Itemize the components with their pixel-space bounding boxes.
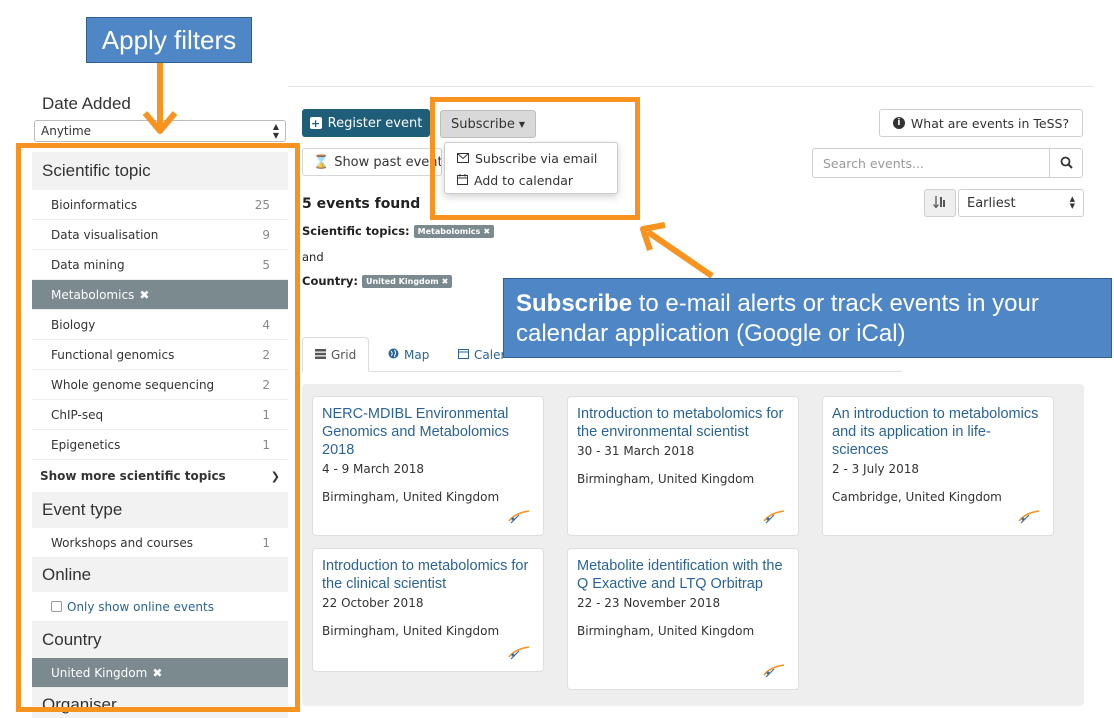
- show-past-events-button[interactable]: ⌛ Show past events: [302, 148, 442, 176]
- event-title[interactable]: Introduction to metabolomics for the cli…: [322, 557, 534, 593]
- tab-map[interactable]: Map: [376, 337, 441, 372]
- content-divider: [288, 86, 1094, 87]
- globe-icon: [388, 348, 399, 362]
- event-card[interactable]: An introduction to metabolomics and its …: [822, 396, 1054, 536]
- remove-tag-icon[interactable]: ✖: [442, 277, 449, 286]
- event-card[interactable]: NERC-MDIBL Environmental Genomics and Me…: [312, 396, 544, 536]
- search-icon: [1060, 154, 1073, 173]
- event-title[interactable]: An introduction to metabolomics and its …: [832, 405, 1044, 459]
- applied-country-filter: Country: United Kingdom ✖: [302, 274, 453, 288]
- what-are-events-button[interactable]: i What are events in TeSS?: [879, 109, 1083, 137]
- filter-conjunction: and: [302, 250, 324, 264]
- subscribe-arrow-shaft: [646, 229, 714, 279]
- tab-calendar-label: Calendar: [474, 347, 504, 362]
- sort-order-button[interactable]: [924, 189, 956, 217]
- event-title[interactable]: Metabolite identification with the Q Exa…: [577, 557, 789, 593]
- provider-logo-icon: [762, 509, 786, 529]
- info-icon: i: [892, 117, 905, 129]
- tab-grid[interactable]: Grid: [302, 337, 370, 372]
- register-event-button[interactable]: + Register event: [302, 109, 430, 137]
- subscribe-arrow-head: [640, 222, 666, 251]
- country-tag-label: United Kingdom: [365, 276, 439, 286]
- topic-filter-tag[interactable]: Metabolomics ✖: [413, 224, 495, 238]
- event-title[interactable]: NERC-MDIBL Environmental Genomics and Me…: [322, 405, 534, 459]
- event-date: 30 - 31 March 2018: [577, 444, 695, 458]
- provider-logo-icon: [1017, 509, 1041, 529]
- topics-label: Scientific topics:: [302, 224, 410, 238]
- event-location: Birmingham, United Kingdom: [322, 624, 500, 638]
- event-card[interactable]: Introduction to metabolomics for the env…: [567, 396, 799, 536]
- what-are-events-label: What are events in TeSS?: [910, 115, 1070, 131]
- subscribe-callout: Subscribe to e-mail alerts or track even…: [503, 278, 1112, 358]
- event-date: 4 - 9 March 2018: [322, 462, 424, 476]
- tab-calendar[interactable]: Calendar: [446, 337, 504, 372]
- applied-topic-filter: Scientific topics: Metabolomics ✖: [302, 224, 495, 238]
- topic-tag-label: Metabolomics: [417, 226, 481, 236]
- event-location: Birmingham, United Kingdom: [322, 490, 500, 504]
- facet-heading-date-added: Date Added: [32, 88, 288, 120]
- search-placeholder: Search events...: [823, 155, 924, 171]
- date-added-value: Anytime: [41, 124, 92, 138]
- plus-icon: +: [309, 116, 322, 130]
- event-location: Cambridge, United Kingdom: [832, 490, 1002, 504]
- sort-icon: [933, 195, 947, 211]
- events-grid: NERC-MDIBL Environmental Genomics and Me…: [302, 384, 1084, 706]
- show-past-events-label: Show past events: [334, 154, 442, 170]
- event-title[interactable]: Introduction to metabolomics for the env…: [577, 405, 789, 441]
- country-label: Country:: [302, 274, 358, 288]
- results-count: 5 events found: [302, 196, 421, 212]
- event-date: 22 - 23 November 2018: [577, 596, 721, 610]
- apply-filters-callout: Apply filters: [86, 17, 252, 63]
- register-event-label: Register event: [327, 115, 423, 131]
- remove-tag-icon[interactable]: ✖: [483, 227, 490, 236]
- event-date: 2 - 3 July 2018: [832, 462, 919, 476]
- event-location: Birmingham, United Kingdom: [577, 624, 755, 638]
- calendar-icon: [458, 348, 469, 362]
- filters-highlight-box: [16, 143, 300, 712]
- provider-logo-icon: [762, 663, 786, 683]
- sort-select[interactable]: Earliest ▲ ▼: [958, 189, 1084, 217]
- country-filter-tag[interactable]: United Kingdom ✖: [361, 274, 453, 288]
- subscribe-callout-bold: Subscribe: [516, 290, 633, 317]
- search-input[interactable]: Search events...: [812, 148, 1050, 178]
- select-arrows-icon: ▲ ▼: [272, 122, 279, 140]
- provider-logo-icon: [507, 645, 531, 665]
- select-arrows-icon: ▲ ▼: [1069, 195, 1075, 210]
- hourglass-icon: ⌛: [313, 154, 330, 170]
- date-added-select[interactable]: Anytime ▲ ▼: [34, 120, 286, 142]
- sort-value: Earliest: [967, 195, 1016, 211]
- tab-map-label: Map: [404, 347, 430, 362]
- event-location: Birmingham, United Kingdom: [577, 472, 755, 486]
- event-card[interactable]: Metabolite identification with the Q Exa…: [567, 548, 799, 690]
- tab-grid-label: Grid: [331, 347, 357, 362]
- search-button[interactable]: [1049, 148, 1083, 178]
- provider-logo-icon: [507, 509, 531, 529]
- event-card[interactable]: Introduction to metabolomics for the cli…: [312, 548, 544, 672]
- subscribe-highlight-box: [430, 97, 640, 220]
- grid-icon: [315, 348, 326, 362]
- event-date: 22 October 2018: [322, 596, 424, 610]
